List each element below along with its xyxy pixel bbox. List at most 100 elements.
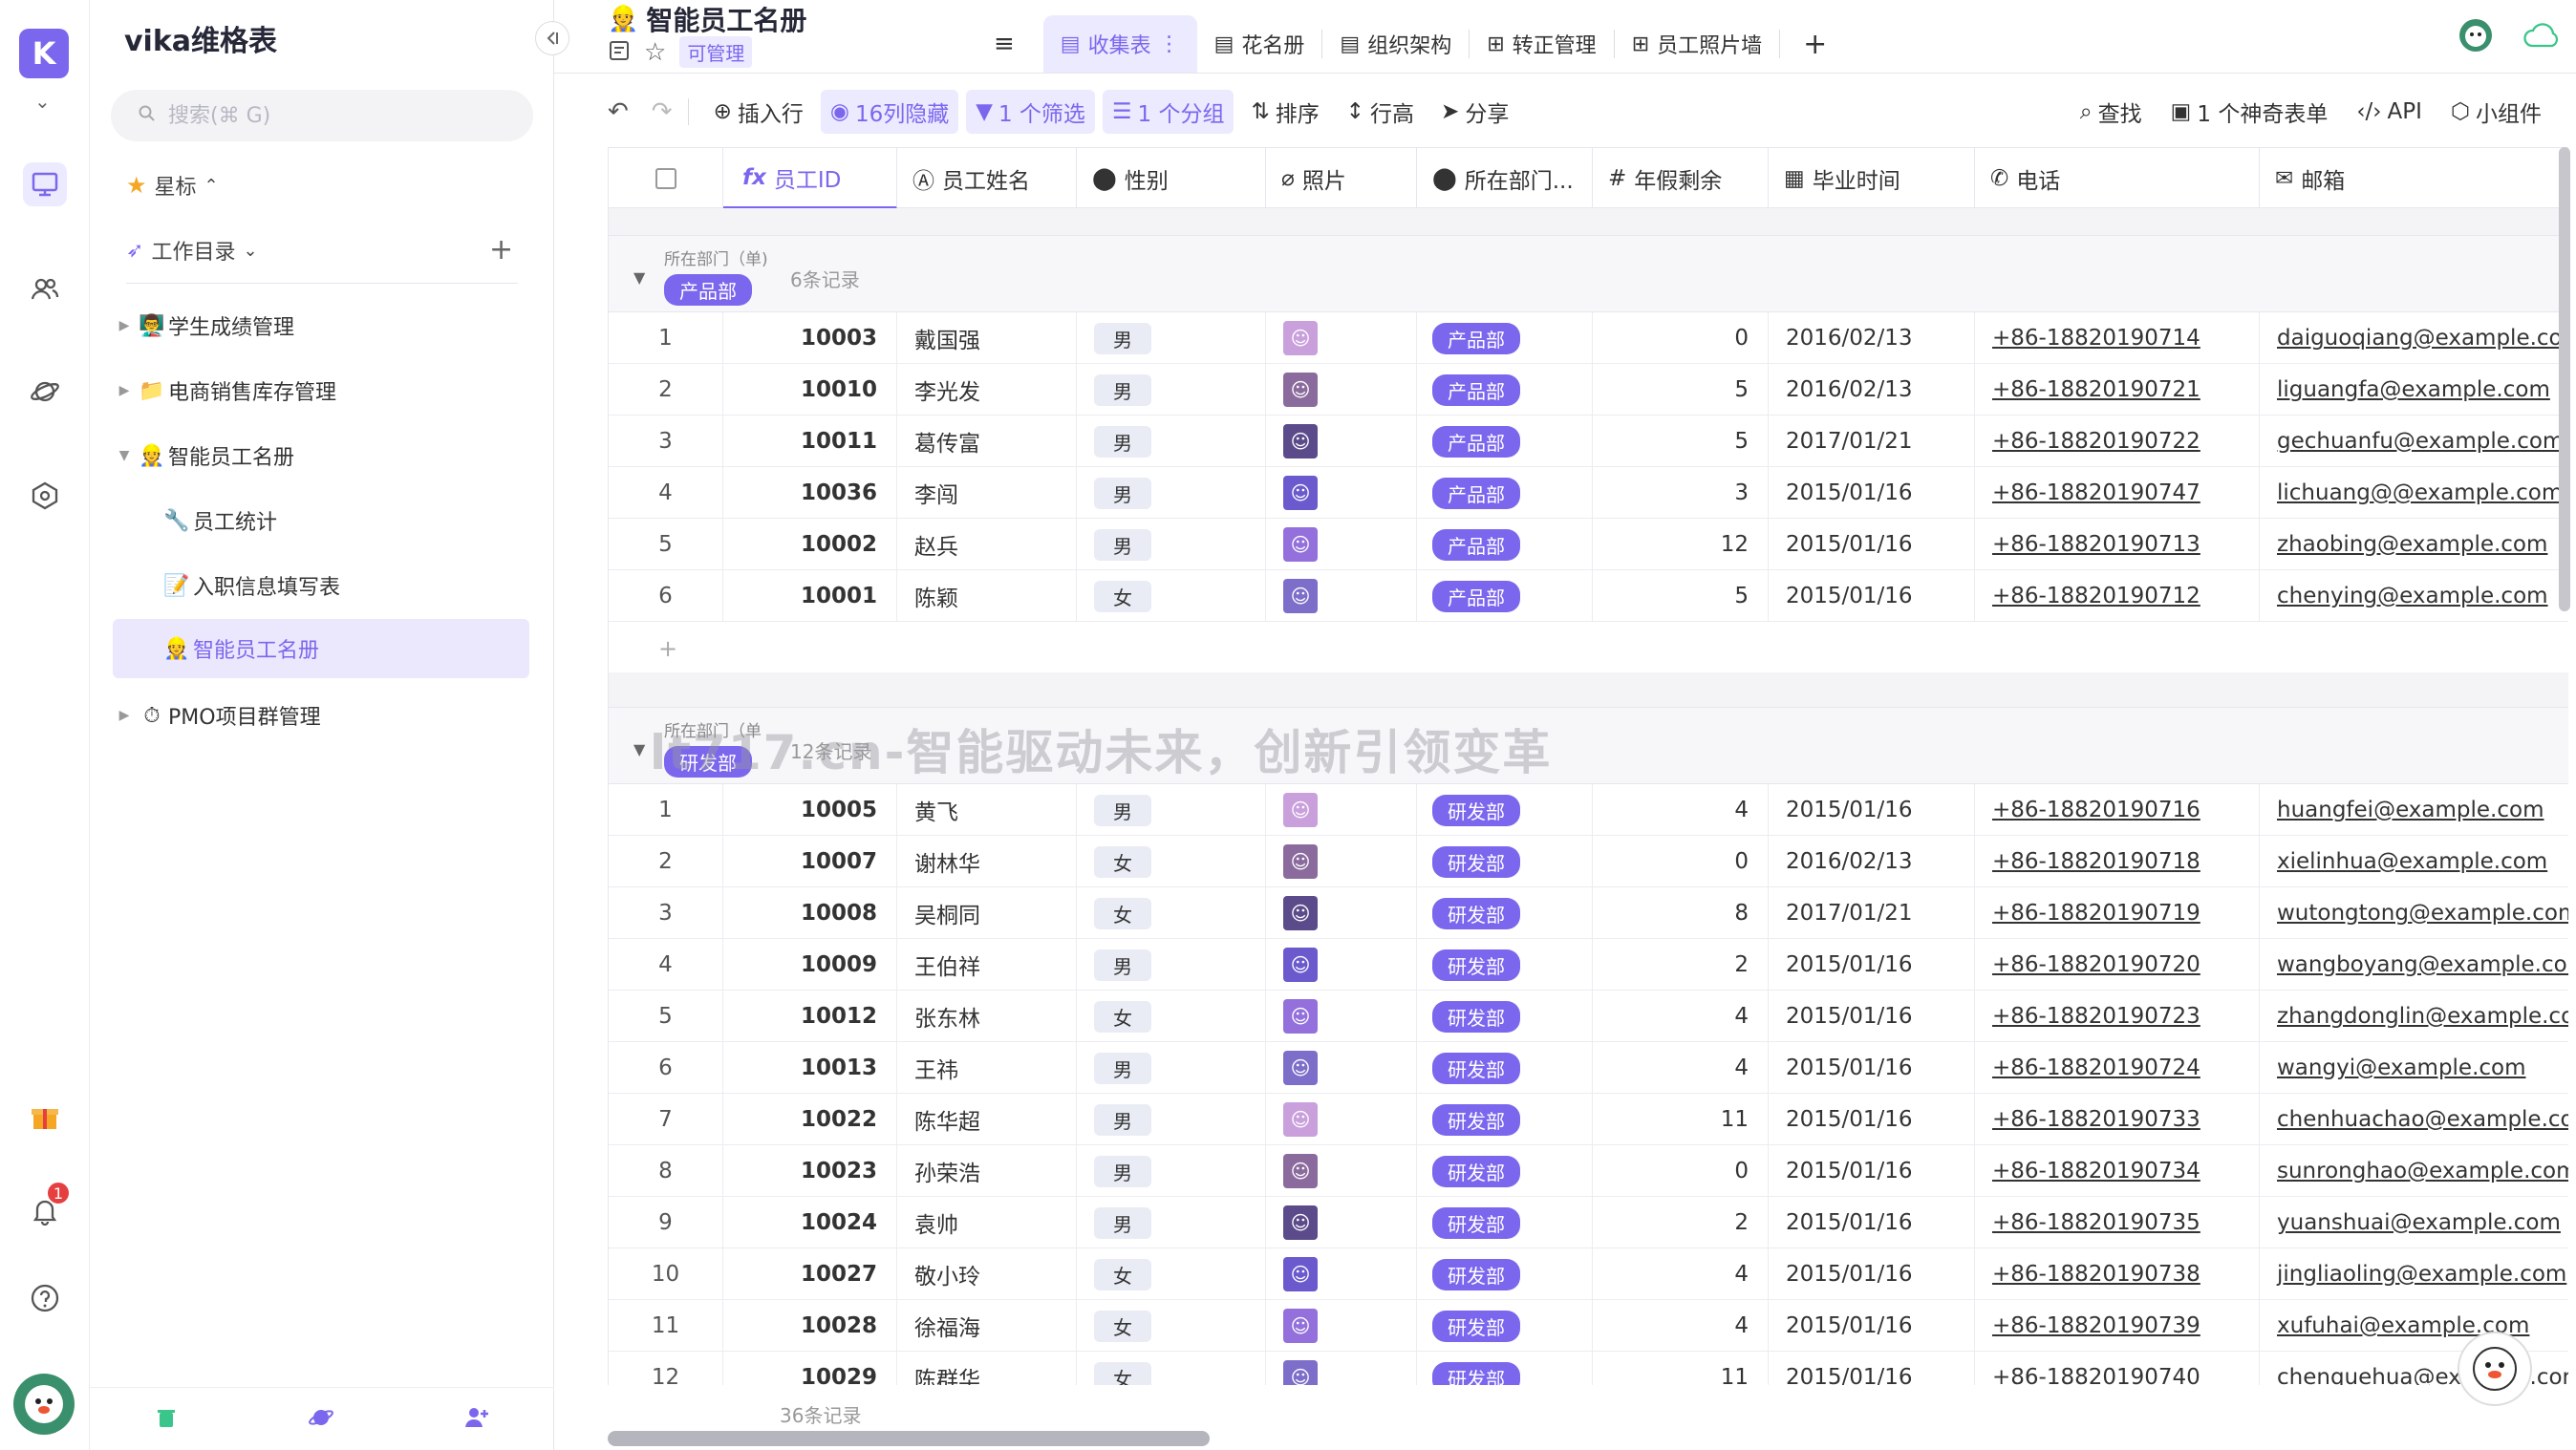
tab-photo-wall[interactable]: ⊞ 员工照片墙: [1615, 15, 1779, 73]
tab-org[interactable]: ▤ 组织架构: [1322, 15, 1469, 73]
cell-id[interactable]: 10008: [723, 887, 897, 939]
horizontal-scrollbar[interactable]: [608, 1431, 1210, 1446]
cell-phone[interactable]: +86-18820190722: [1975, 416, 2260, 467]
cell-grad[interactable]: 2015/01/16: [1769, 939, 1975, 991]
table-row[interactable]: 9 10024 袁帅男 ☺ 研发部 2 2015/01/16 +86-18820190735 y…: [609, 1197, 2568, 1248]
sort-button[interactable]: ⇅ 排序: [1241, 90, 1328, 134]
planet-icon[interactable]: [308, 1404, 334, 1435]
group-button[interactable]: ☰ 1 个分组: [1102, 90, 1234, 134]
photo-thumbnail[interactable]: ☺: [1283, 1360, 1318, 1385]
cell-leave[interactable]: 12: [1593, 519, 1769, 570]
cell-photo[interactable]: ☺: [1266, 836, 1417, 887]
add-record-row[interactable]: +: [609, 622, 2568, 673]
cell-dept[interactable]: 产品部: [1417, 570, 1593, 622]
cell-email[interactable]: gechuanfu@example.com: [2260, 416, 2568, 467]
cell-leave[interactable]: 4: [1593, 991, 1769, 1042]
cell-name[interactable]: 张东林: [897, 991, 1077, 1042]
cell-gender[interactable]: 男: [1077, 312, 1266, 364]
cell-idx[interactable]: 2: [609, 364, 723, 416]
column-header-leave[interactable]: # 年假剩余: [1593, 148, 1769, 209]
cell-leave[interactable]: 5: [1593, 416, 1769, 467]
table-row[interactable]: 4 10009 王伯祥男 ☺ 研发部 2 2015/01/16 +86-18820190720…: [609, 939, 2568, 991]
cell-leave[interactable]: 4: [1593, 1300, 1769, 1352]
cell-name[interactable]: 王祎: [897, 1042, 1077, 1094]
table-row[interactable]: 8 10023 孙荣浩男 ☺ 研发部 0 2015/01/16 +86-18820190734…: [609, 1145, 2568, 1197]
cell-dept[interactable]: 产品部: [1417, 467, 1593, 519]
cell-photo[interactable]: ☺: [1266, 416, 1417, 467]
cell-photo[interactable]: ☺: [1266, 467, 1417, 519]
help-icon[interactable]: [23, 1276, 67, 1320]
tree-item-student-grades[interactable]: ▶ 👨‍🏫 学生成绩管理: [113, 296, 529, 355]
expand-icon[interactable]: ▶: [113, 318, 136, 333]
table-row[interactable]: 2 10010 李光发男 ☺ 产品部 5 2016/02/13 +86-18820190721…: [609, 364, 2568, 416]
column-header-photo[interactable]: ⌀ 照片: [1266, 148, 1417, 209]
table-row[interactable]: 1 10003 戴国强男 ☺ 产品部 0 2016/02/13 +86-18820190714…: [609, 312, 2568, 364]
photo-thumbnail[interactable]: ☺: [1283, 999, 1318, 1034]
gift-icon[interactable]: [23, 1095, 67, 1139]
hamburger-icon[interactable]: ≡: [994, 30, 1043, 58]
share-button[interactable]: ➤ 分享: [1431, 90, 1518, 134]
sync-cloud-icon[interactable]: [2522, 21, 2561, 53]
cell-email[interactable]: jingliaoling@example.com: [2260, 1248, 2568, 1300]
cell-dept[interactable]: 产品部: [1417, 312, 1593, 364]
members-icon[interactable]: [23, 267, 67, 311]
cell-name[interactable]: 谢林华: [897, 836, 1077, 887]
photo-thumbnail[interactable]: ☺: [1283, 793, 1318, 827]
cell-id[interactable]: 10013: [723, 1042, 897, 1094]
table-row[interactable]: 4 10036 李闯男 ☺ 产品部 3 2015/01/16 +86-18820190747 l…: [609, 467, 2568, 519]
cell-name[interactable]: 孙荣浩: [897, 1145, 1077, 1197]
tab-probation[interactable]: ⊞ 转正管理: [1470, 15, 1613, 73]
cell-grad[interactable]: 2015/01/16: [1769, 784, 1975, 836]
cell-grad[interactable]: 2016/02/13: [1769, 364, 1975, 416]
cell-photo[interactable]: ☺: [1266, 519, 1417, 570]
cell-gender[interactable]: 男: [1077, 364, 1266, 416]
cell-phone[interactable]: +86-18820190735: [1975, 1197, 2260, 1248]
workbench-icon[interactable]: [23, 162, 67, 206]
photo-thumbnail[interactable]: ☺: [1283, 321, 1318, 355]
select-all-cell[interactable]: [609, 148, 723, 209]
cell-phone[interactable]: +86-18820190713: [1975, 519, 2260, 570]
cell-idx[interactable]: 2: [609, 836, 723, 887]
column-header-grad[interactable]: ▦ 毕业时间: [1769, 148, 1975, 209]
settings-hex-icon[interactable]: [23, 474, 67, 518]
cell-gender[interactable]: 女: [1077, 887, 1266, 939]
cell-dept[interactable]: 产品部: [1417, 519, 1593, 570]
cell-gender[interactable]: 男: [1077, 1042, 1266, 1094]
cell-gender[interactable]: 女: [1077, 1352, 1266, 1385]
cell-name[interactable]: 葛传富: [897, 416, 1077, 467]
cell-dept[interactable]: 研发部: [1417, 991, 1593, 1042]
select-all-checkbox[interactable]: [655, 168, 676, 189]
cell-name[interactable]: 徐福海: [897, 1300, 1077, 1352]
cell-gender[interactable]: 女: [1077, 1248, 1266, 1300]
cell-id[interactable]: 10036: [723, 467, 897, 519]
cell-name[interactable]: 王伯祥: [897, 939, 1077, 991]
cell-name[interactable]: 戴国强: [897, 312, 1077, 364]
cell-leave[interactable]: 11: [1593, 1094, 1769, 1145]
cell-phone[interactable]: +86-18820190734: [1975, 1145, 2260, 1197]
cell-phone[interactable]: +86-18820190719: [1975, 887, 2260, 939]
tree-item-ecommerce[interactable]: ▶ 📁 电商销售库存管理: [113, 361, 529, 420]
cell-phone[interactable]: +86-18820190714: [1975, 312, 2260, 364]
collaborator-avatar[interactable]: [2458, 17, 2494, 57]
cell-gender[interactable]: 女: [1077, 1300, 1266, 1352]
cell-grad[interactable]: 2015/01/16: [1769, 467, 1975, 519]
cell-email[interactable]: xielinhua@example.com: [2260, 836, 2568, 887]
cell-photo[interactable]: ☺: [1266, 939, 1417, 991]
cell-email[interactable]: huangfei@example.com: [2260, 784, 2568, 836]
cell-phone[interactable]: +86-18820190724: [1975, 1042, 2260, 1094]
tree-item-employee-roster[interactable]: 👷 智能员工名册: [113, 619, 529, 678]
collapse-icon[interactable]: ▼: [113, 448, 136, 463]
cell-idx[interactable]: 11: [609, 1300, 723, 1352]
cell-leave[interactable]: 5: [1593, 570, 1769, 622]
cell-name[interactable]: 吴桐同: [897, 887, 1077, 939]
cell-id[interactable]: 10002: [723, 519, 897, 570]
table-row[interactable]: 1 10005 黄飞男 ☺ 研发部 4 2015/01/16 +86-18820190716 h…: [609, 784, 2568, 836]
table-row[interactable]: 3 10011 葛传富男 ☺ 产品部 5 2017/01/21 +86-18820190722…: [609, 416, 2568, 467]
photo-thumbnail[interactable]: ☺: [1283, 476, 1318, 510]
expand-icon[interactable]: ▶: [113, 708, 136, 723]
cell-phone[interactable]: +86-18820190712: [1975, 570, 2260, 622]
cell-leave[interactable]: 2: [1593, 939, 1769, 991]
cell-idx[interactable]: 6: [609, 570, 723, 622]
cell-dept[interactable]: 研发部: [1417, 836, 1593, 887]
cell-gender[interactable]: 男: [1077, 467, 1266, 519]
